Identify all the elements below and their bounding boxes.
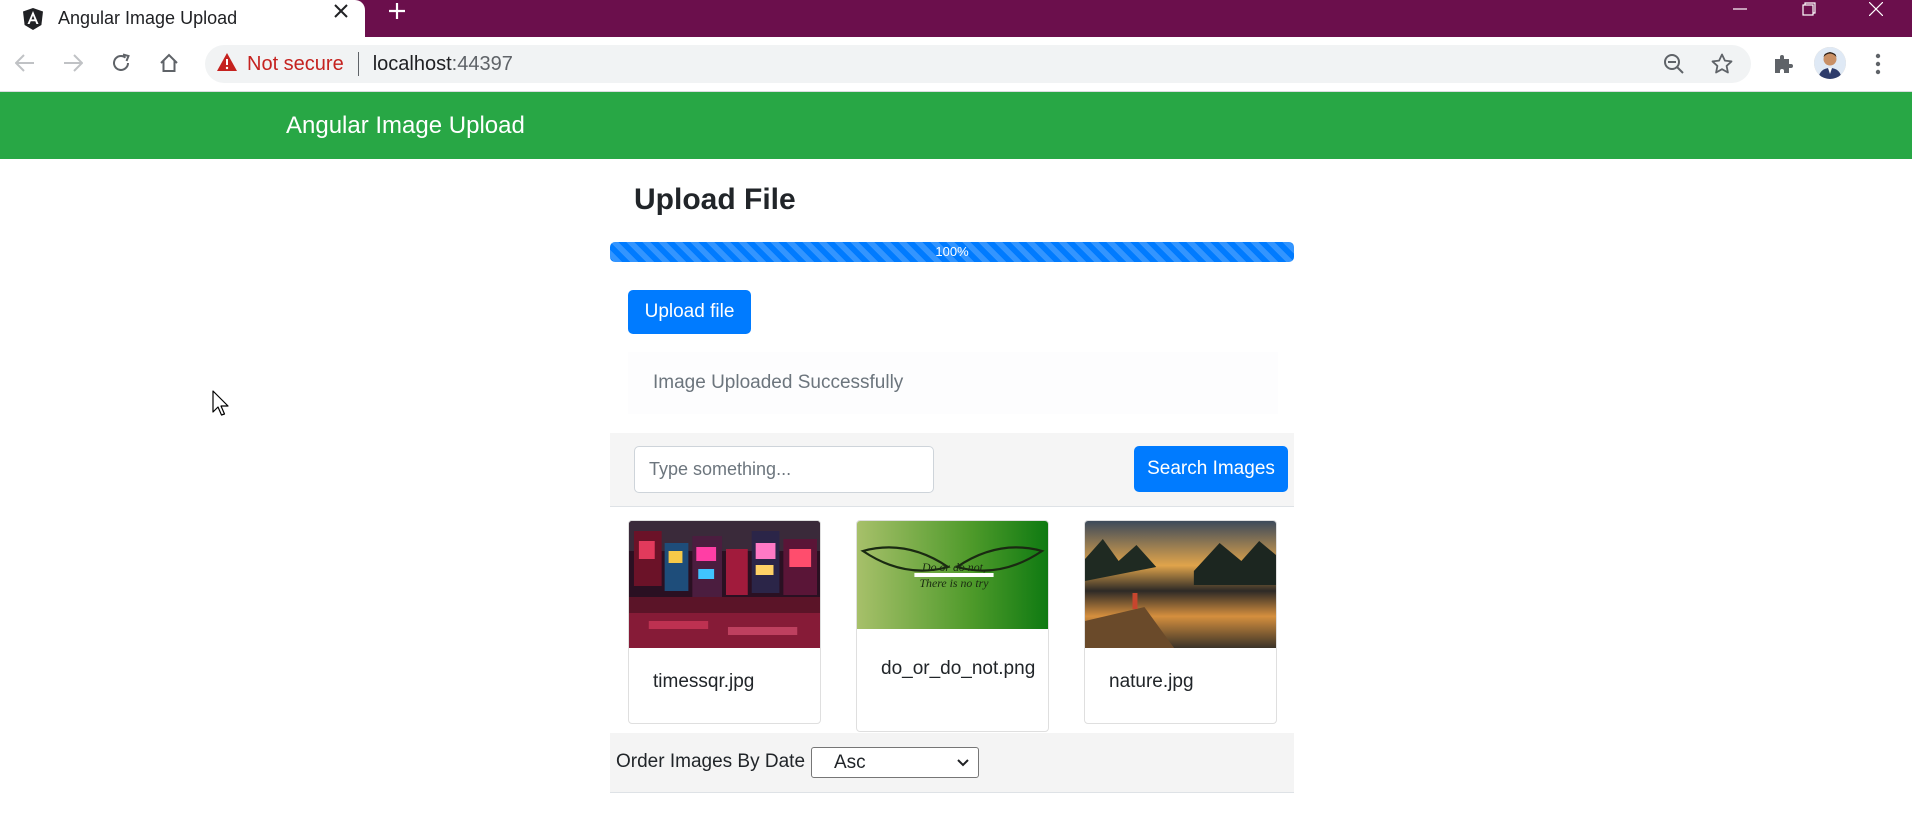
tab-close-icon[interactable] xyxy=(326,0,356,22)
image-name: timessqr.jpg xyxy=(653,671,755,692)
upload-status-text: Image Uploaded Successfully xyxy=(653,372,904,393)
chevron-down-icon xyxy=(956,753,970,776)
url-port: :44397 xyxy=(451,52,513,75)
warning-icon xyxy=(217,52,237,76)
new-tab-icon[interactable] xyxy=(382,0,412,22)
zoom-out-icon[interactable] xyxy=(1656,46,1692,82)
security-warning[interactable]: Not secure xyxy=(217,52,344,76)
thumbnail-caption-line1: Do or do not, xyxy=(921,560,986,574)
navbar-brand[interactable]: Angular Image Upload xyxy=(286,92,525,159)
order-selected-value: Asc xyxy=(834,751,866,773)
search-images-button[interactable]: Search Images xyxy=(1134,446,1288,492)
home-icon[interactable] xyxy=(152,46,186,80)
address-bar[interactable]: Not secure localhost :44397 xyxy=(205,45,1751,83)
image-card[interactable]: nature.jpg xyxy=(1084,520,1277,724)
mouse-cursor-icon xyxy=(212,390,229,416)
tab-title: Angular Image Upload xyxy=(58,8,238,28)
image-thumbnail-nature xyxy=(1085,521,1276,648)
extensions-icon[interactable] xyxy=(1765,46,1801,82)
order-by-label: Order Images By Date : xyxy=(616,751,816,772)
address-divider xyxy=(357,52,359,76)
upload-progress: 100% xyxy=(610,242,1294,262)
browser-menu-icon[interactable] xyxy=(1860,46,1896,82)
thumbnail-caption-line2: There is no try xyxy=(919,576,989,590)
search-input[interactable] xyxy=(634,446,934,493)
image-thumbnail-do-or-do-not: Do or do not, There is no try xyxy=(857,521,1048,629)
browser-tab[interactable]: Angular Image Upload xyxy=(0,0,365,37)
restore-icon[interactable] xyxy=(1786,0,1832,18)
bookmark-star-icon[interactable] xyxy=(1704,46,1740,82)
minimize-icon[interactable] xyxy=(1717,0,1763,18)
progress-bar-fill: 100% xyxy=(610,242,1294,262)
window-close-icon[interactable] xyxy=(1853,0,1899,18)
order-select[interactable]: Asc xyxy=(811,747,979,778)
reload-icon[interactable] xyxy=(104,46,138,80)
back-icon[interactable] xyxy=(8,46,42,80)
image-card[interactable]: timessqr.jpg xyxy=(628,520,821,724)
page-title: Upload File xyxy=(634,183,796,216)
not-secure-label: Not secure xyxy=(247,52,344,75)
image-thumbnail-times-square xyxy=(629,521,820,648)
url-host: localhost xyxy=(372,52,452,75)
upload-file-button[interactable]: Upload file xyxy=(628,290,751,334)
profile-avatar[interactable] xyxy=(1814,47,1846,79)
image-card[interactable]: Do or do not, There is no try do_or_do_n… xyxy=(856,520,1049,732)
angular-favicon-icon xyxy=(22,7,44,30)
image-name: nature.jpg xyxy=(1109,671,1194,692)
image-name: do_or_do_not.png xyxy=(881,658,1036,679)
upload-status-alert: Image Uploaded Successfully xyxy=(628,352,1278,414)
forward-icon[interactable] xyxy=(56,46,90,80)
